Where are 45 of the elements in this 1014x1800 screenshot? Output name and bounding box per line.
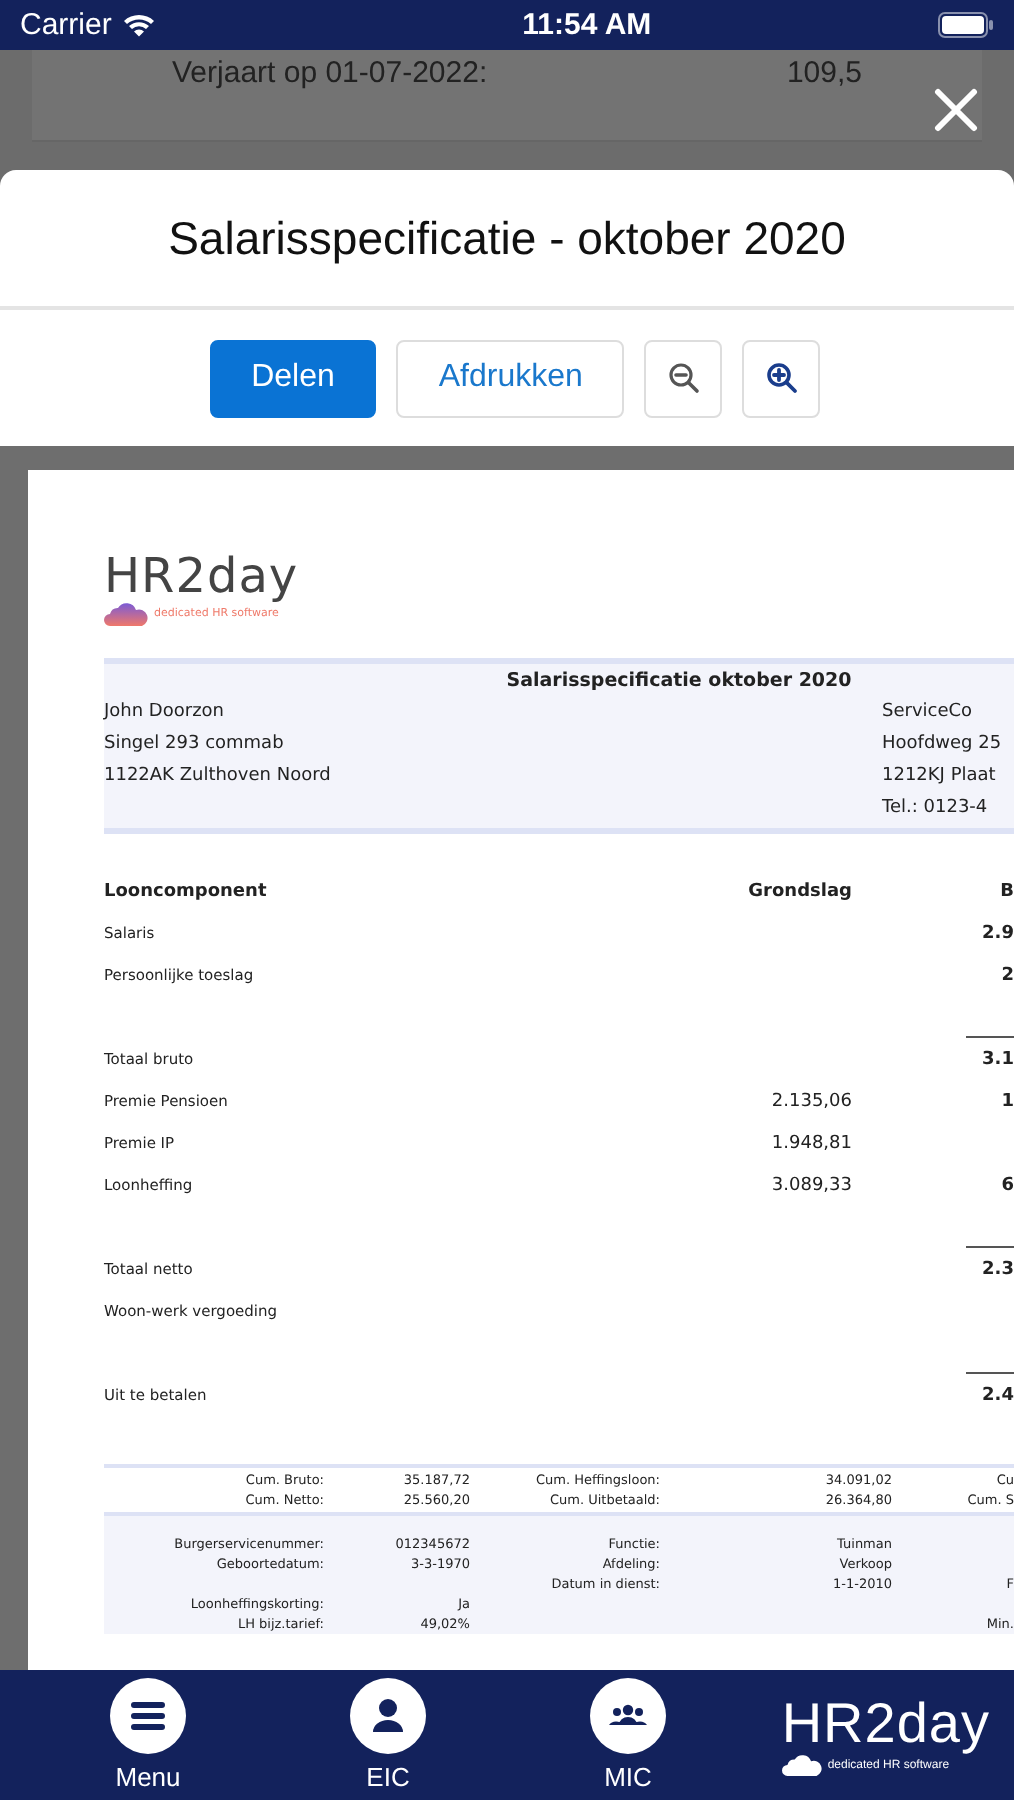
- close-icon[interactable]: [934, 88, 978, 132]
- employee-address-line: 1122AK Zulthoven Noord: [104, 764, 331, 790]
- table-cell: 3.1: [982, 1049, 1014, 1069]
- table-cell: 1.948,81: [771, 1133, 852, 1153]
- table-cell: 1: [1001, 1091, 1014, 1111]
- logo-wordmark: HR2day: [104, 550, 299, 602]
- carrier-name: Carrier: [20, 8, 112, 42]
- tab-item[interactable]: EIC: [340, 1678, 436, 1792]
- table-cell: 2.135,06: [771, 1091, 852, 1111]
- employer-address-line: 1212KJ Plaat: [882, 764, 998, 790]
- column-header: Grondslag: [746, 881, 852, 901]
- employer-address-line: Hoofdweg 25: [882, 732, 1004, 758]
- cloud-icon: [781, 1754, 822, 1776]
- table-cell: 2: [1001, 965, 1014, 985]
- table-cell: 2.4: [982, 1385, 1014, 1405]
- document-title: Salarisspecificatie oktober 2020: [504, 670, 854, 692]
- group-icon: [590, 1678, 666, 1754]
- column-header: B: [998, 881, 1014, 901]
- clock-time: 11:54 AM: [522, 8, 652, 42]
- print-button[interactable]: Afdrukken: [396, 339, 625, 417]
- tab-item[interactable]: MIC: [580, 1678, 676, 1792]
- battery-icon: [937, 12, 994, 38]
- share-button[interactable]: Delen: [209, 339, 377, 417]
- table-cell: 2.9: [982, 923, 1014, 943]
- menu-icon: [110, 1678, 186, 1754]
- logo-wordmark: HR2day: [781, 1694, 990, 1754]
- modal-title: Salarisspecificatie - oktober 2020: [0, 170, 1014, 310]
- employer-address-line: ServiceCo: [882, 700, 975, 726]
- person-icon: [350, 1678, 426, 1754]
- expiry-value: 109,5: [786, 56, 862, 90]
- cloud-icon: [104, 602, 148, 626]
- zoom-in-button[interactable]: [742, 339, 821, 417]
- zoom-in-icon: [765, 362, 798, 394]
- table-cell: 6: [1001, 1175, 1014, 1195]
- table-cell: 2.3: [982, 1259, 1014, 1279]
- employee-address-line: Singel 293 commab: [104, 732, 286, 758]
- zoom-out-button[interactable]: [644, 339, 723, 417]
- column-header: Looncomponent: [104, 881, 269, 901]
- employee-address-line: John Doorzon: [104, 700, 227, 726]
- zoom-out-icon: [667, 362, 700, 394]
- employer-address-line: Tel.: 0123-4: [882, 796, 990, 822]
- tab-item[interactable]: Menu: [100, 1678, 196, 1792]
- expiry-label: Verjaart op 01-07-2022:: [172, 56, 488, 90]
- wifi-icon: [121, 12, 156, 38]
- table-cell: 3.089,33: [771, 1175, 852, 1195]
